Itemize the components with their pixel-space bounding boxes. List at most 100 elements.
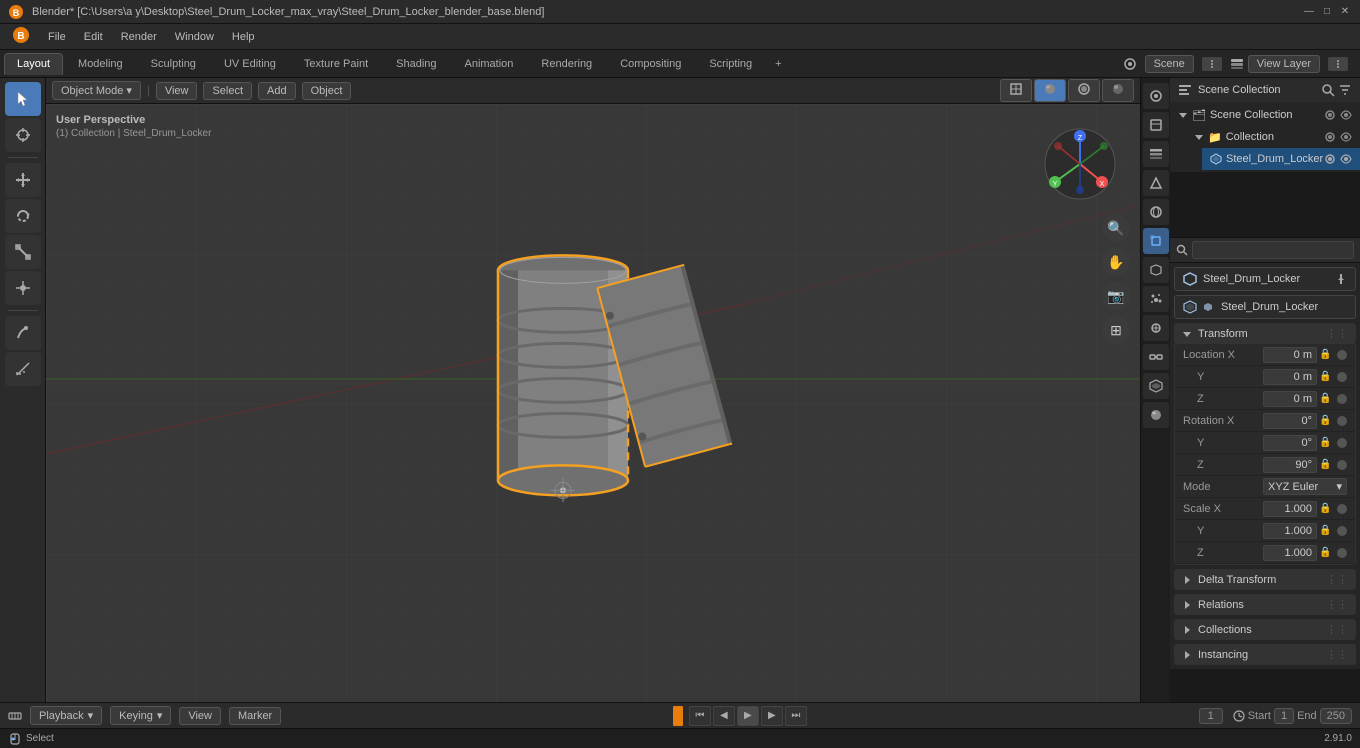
collections-header[interactable]: Collections ⋮⋮ [1174,619,1356,640]
tool-transform[interactable] [5,271,41,305]
scale-x-value[interactable]: 1.000 [1263,501,1317,517]
instancing-header[interactable]: Instancing ⋮⋮ [1174,644,1356,665]
prop-icon-physics[interactable] [1143,315,1169,341]
menu-file[interactable]: File [40,29,74,45]
transform-header[interactable]: Transform ⋮⋮ [1174,323,1356,344]
rotation-z-value[interactable]: 90° [1263,457,1317,473]
outliner-collection[interactable]: 📁 Collection [1186,126,1360,148]
visibility-icon[interactable] [1324,109,1336,121]
tab-layout[interactable]: Layout [4,53,63,75]
scale-y-lock[interactable]: 🔒 [1319,525,1335,536]
scale-y-value[interactable]: 1.000 [1263,523,1317,539]
menu-help[interactable]: Help [224,29,263,45]
scene-options-button[interactable] [1202,57,1222,71]
prop-icon-viewlayer[interactable] [1143,141,1169,167]
location-z-lock[interactable]: 🔒 [1319,393,1335,404]
prop-icon-particles[interactable] [1143,286,1169,312]
outliner-scene-collection[interactable]: 🗂 Scene Collection [1170,104,1360,126]
object-mode-dropdown[interactable]: Object Mode ▾ [52,81,141,100]
location-y-value[interactable]: 0 m [1263,369,1317,385]
menu-blender[interactable]: B [4,24,38,49]
tab-sculpting[interactable]: Sculpting [138,53,209,75]
menu-edit[interactable]: Edit [76,29,111,45]
scale-z-value[interactable]: 1.000 [1263,545,1317,561]
zoom-in-button[interactable]: 🔍 [1102,214,1130,242]
menu-render[interactable]: Render [113,29,165,45]
add-workspace-button[interactable]: + [767,54,789,74]
location-y-lock[interactable]: 🔒 [1319,371,1335,382]
view-layer-options-button[interactable] [1328,57,1348,71]
data-name-row[interactable]: Steel_Drum_Locker [1174,295,1356,319]
prop-icon-render[interactable] [1143,83,1169,109]
add-menu[interactable]: Add [258,82,296,100]
keying-button[interactable]: Keying ▾ [110,706,171,725]
location-z-value[interactable]: 0 m [1263,391,1317,407]
prop-icon-data[interactable] [1143,373,1169,399]
prop-icon-modifier[interactable] [1143,257,1169,283]
tab-texture-paint[interactable]: Texture Paint [291,53,381,75]
collection-render-icon[interactable] [1340,131,1352,143]
end-frame-input[interactable]: 250 [1320,708,1352,724]
prop-icon-world[interactable] [1143,199,1169,225]
scale-x-lock[interactable]: 🔒 [1319,503,1335,514]
jump-end-button[interactable]: ⏭ [785,706,807,726]
titlebar-controls[interactable]: — □ ✕ [1302,5,1352,19]
current-frame-display[interactable]: 1 [1199,708,1223,724]
prop-icon-constraints[interactable] [1143,344,1169,370]
view-layer-selector[interactable]: View Layer [1248,55,1320,73]
outliner-search-icon[interactable] [1321,83,1335,97]
rotation-y-lock[interactable]: 🔒 [1319,437,1335,448]
select-menu[interactable]: Select [203,82,252,100]
rotation-y-value[interactable]: 0° [1263,435,1317,451]
tab-modeling[interactable]: Modeling [65,53,136,75]
grid-button[interactable]: ⊞ [1102,316,1130,344]
location-x-value[interactable]: 0 m [1263,347,1317,363]
outliner-filter-icon[interactable] [1338,83,1352,97]
viewport-gizmo[interactable]: Z X Y [1040,124,1120,204]
play-button[interactable]: ▶ [737,706,759,726]
maximize-button[interactable]: □ [1320,5,1334,19]
timeline-view-button[interactable]: View [179,707,221,725]
pan-button[interactable]: ✋ [1102,248,1130,276]
tool-move[interactable] [5,163,41,197]
playback-button[interactable]: Playback ▾ [30,706,102,725]
prop-icon-scene[interactable] [1143,170,1169,196]
collection-vis-icon[interactable] [1324,131,1336,143]
tool-annotate[interactable] [5,316,41,350]
next-frame-button[interactable]: ▶ [761,706,783,726]
tab-animation[interactable]: Animation [452,53,527,75]
rotation-z-lock[interactable]: 🔒 [1319,459,1335,470]
rotation-mode-dropdown[interactable]: XYZ Euler ▾ [1263,478,1347,495]
marker-button[interactable]: Marker [229,707,281,725]
rotation-x-lock[interactable]: 🔒 [1319,415,1335,426]
obj-vis-icon[interactable] [1324,153,1336,165]
view-menu[interactable]: View [156,82,198,100]
tool-select[interactable] [5,82,41,116]
outliner-object-steel-drum[interactable]: Steel_Drum_Locker [1202,148,1360,170]
tool-cursor[interactable] [5,118,41,152]
scene-selector[interactable]: Scene [1145,55,1194,73]
tab-scripting[interactable]: Scripting [696,53,765,75]
prop-icon-object[interactable] [1143,228,1169,254]
rotation-x-value[interactable]: 0° [1263,413,1317,429]
3d-viewport[interactable]: Object Mode ▾ | View Select Add Object [46,78,1140,702]
rendered-shading[interactable] [1102,79,1134,102]
camera-button[interactable]: 📷 [1102,282,1130,310]
wireframe-shading[interactable] [1000,79,1032,102]
render-visibility-icon[interactable] [1340,109,1352,121]
jump-start-button[interactable]: ⏮ [689,706,711,726]
close-button[interactable]: ✕ [1338,5,1352,19]
object-name-row[interactable]: Steel_Drum_Locker [1174,267,1356,291]
solid-shading[interactable] [1034,79,1066,102]
start-frame-input[interactable]: 1 [1274,708,1294,724]
tab-uv-editing[interactable]: UV Editing [211,53,289,75]
tab-compositing[interactable]: Compositing [607,53,694,75]
scale-z-lock[interactable]: 🔒 [1319,547,1335,558]
tool-scale[interactable] [5,235,41,269]
timeline-left-icon[interactable] [8,709,22,723]
tool-measure[interactable] [5,352,41,386]
prev-frame-button[interactable]: ◀ [713,706,735,726]
tab-rendering[interactable]: Rendering [528,53,605,75]
pin-icon[interactable] [1335,273,1347,285]
obj-render-icon[interactable] [1340,153,1352,165]
